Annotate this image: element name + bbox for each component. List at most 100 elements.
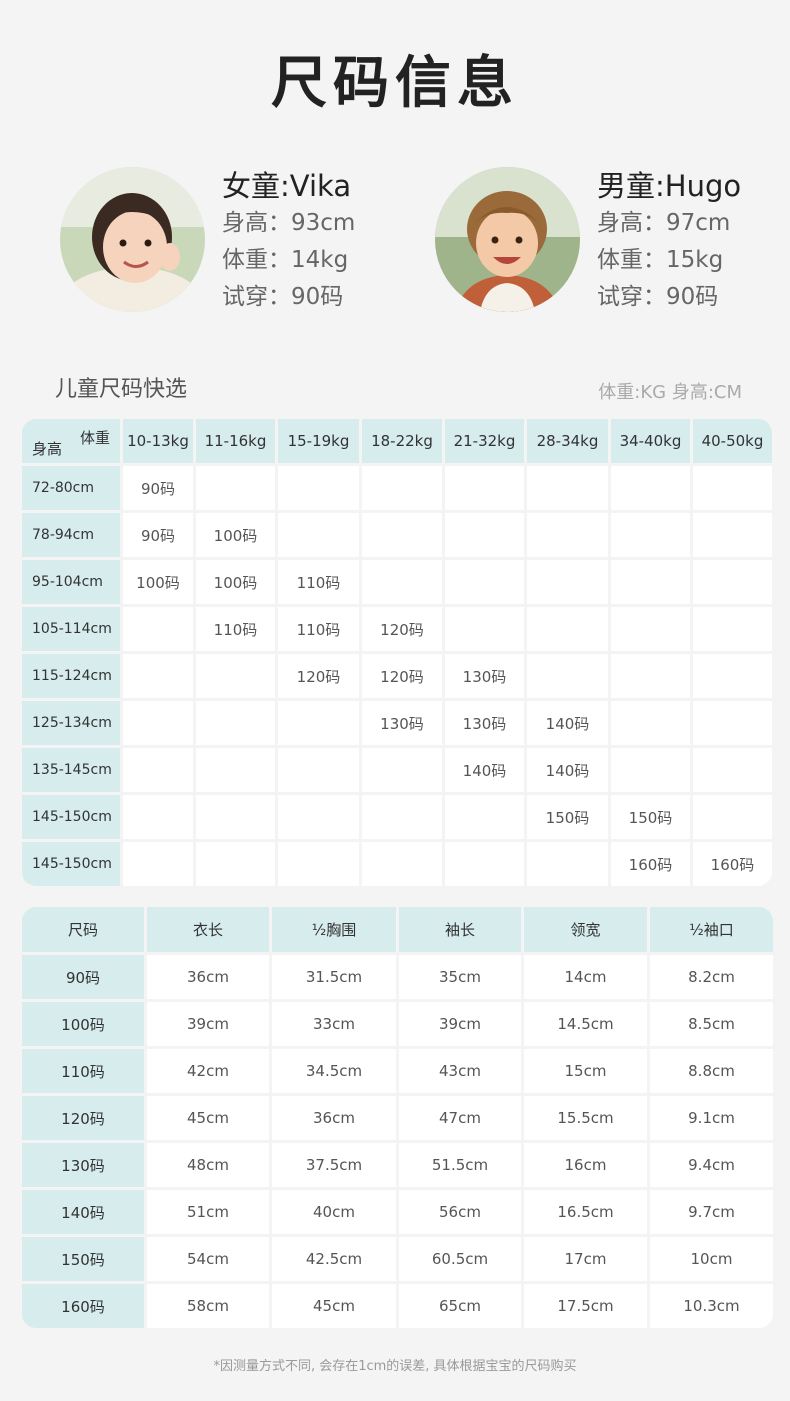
weight-column-header: 18-22kg <box>362 419 442 463</box>
size-cell <box>527 607 608 651</box>
size-cell: 110码 <box>196 607 275 651</box>
measurement-cell: 9.1cm <box>650 1096 773 1140</box>
table-row: 90码 36cm 31.5cm 35cm 14cm 8.2cm <box>22 955 773 999</box>
size-cell <box>527 466 608 510</box>
size-cell: 110码 <box>278 607 359 651</box>
size-cell: 140码 <box>445 748 524 792</box>
size-cell: 130码 <box>362 701 442 745</box>
table-row: 145-150cm 150码 150码 <box>22 795 772 839</box>
size-cell <box>527 560 608 604</box>
measurement-cell: 8.5cm <box>650 1002 773 1046</box>
size-row-header: 140码 <box>22 1190 144 1234</box>
measurement-column-header: ½胸围 <box>272 907 396 952</box>
size-cell <box>693 795 772 839</box>
measurement-cell: 9.7cm <box>650 1190 773 1234</box>
model-tried-size: 试穿：90码 <box>222 284 344 310</box>
measurement-cell: 39cm <box>147 1002 269 1046</box>
size-cell <box>196 795 275 839</box>
size-measurement-table: 尺码 衣长 ½胸围 袖长 领宽 ½袖口 90码 36cm 31.5cm 35cm 14cm 8.2c… <box>19 904 776 1331</box>
size-cell <box>196 842 275 886</box>
measurement-column-header: 衣长 <box>147 907 269 952</box>
size-cell <box>196 466 275 510</box>
quick-select-title: 儿童尺码快选 <box>55 377 188 402</box>
table-row: 125-134cm 130码 130码 140码 <box>22 701 772 745</box>
measurement-cell: 15.5cm <box>524 1096 647 1140</box>
size-cell <box>278 842 359 886</box>
measurement-cell: 8.8cm <box>650 1049 773 1093</box>
size-row-header: 130码 <box>22 1143 144 1187</box>
size-cell: 120码 <box>362 607 442 651</box>
size-cell <box>362 513 442 557</box>
model-tried-size: 试穿：90码 <box>597 284 719 310</box>
table-row: 150码 54cm 42.5cm 60.5cm 17cm 10cm <box>22 1237 773 1281</box>
table-row: 160码 58cm 45cm 65cm 17.5cm 10.3cm <box>22 1284 773 1328</box>
size-cell <box>123 607 193 651</box>
size-cell <box>123 795 193 839</box>
size-cell <box>611 701 690 745</box>
table-row: 135-145cm 140码 140码 <box>22 748 772 792</box>
measurement-cell: 65cm <box>399 1284 521 1328</box>
model-info-boy: 男童:Hugo 身高：97cm 体重：15kg 试穿：90码 <box>597 167 790 316</box>
size-cell <box>527 654 608 698</box>
measurement-cell: 60.5cm <box>399 1237 521 1281</box>
size-cell: 100码 <box>196 560 275 604</box>
measurement-cell: 31.5cm <box>272 955 396 999</box>
size-cell <box>278 795 359 839</box>
height-row-header: 105-114cm <box>22 607 120 651</box>
size-cell <box>611 560 690 604</box>
table-row: 130码 48cm 37.5cm 51.5cm 16cm 9.4cm <box>22 1143 773 1187</box>
weight-column-header: 34-40kg <box>611 419 690 463</box>
size-cell: 100码 <box>123 560 193 604</box>
measurement-note: *因测量方式不同, 会存在1cm的误差, 具体根据宝宝的尺码购买 <box>213 1359 577 1374</box>
measurement-column-header: 尺码 <box>22 907 144 952</box>
height-row-header: 78-94cm <box>22 513 120 557</box>
measurement-cell: 17cm <box>524 1237 647 1281</box>
measurement-column-header: ½袖口 <box>650 907 773 952</box>
table-row: 78-94cm 90码 100码 <box>22 513 772 557</box>
height-row-header: 125-134cm <box>22 701 120 745</box>
measurement-cell: 10.3cm <box>650 1284 773 1328</box>
measurement-cell: 17.5cm <box>524 1284 647 1328</box>
height-row-header: 145-150cm <box>22 842 120 886</box>
corner-weight-label: 体重 <box>79 429 110 447</box>
table-row: 145-150cm 160码 160码 <box>22 842 772 886</box>
measurement-cell: 10cm <box>650 1237 773 1281</box>
weight-column-header: 10-13kg <box>123 419 193 463</box>
weight-column-header: 15-19kg <box>278 419 359 463</box>
measurement-cell: 39cm <box>399 1002 521 1046</box>
size-cell: 150码 <box>527 795 608 839</box>
size-cell: 130码 <box>445 701 524 745</box>
measurement-cell: 35cm <box>399 955 521 999</box>
size-cell: 160码 <box>611 842 690 886</box>
size-cell <box>611 654 690 698</box>
height-row-header: 72-80cm <box>22 466 120 510</box>
measurement-cell: 48cm <box>147 1143 269 1187</box>
measurement-cell: 51.5cm <box>399 1143 521 1187</box>
measurement-cell: 42.5cm <box>272 1237 396 1281</box>
size-cell <box>693 466 772 510</box>
size-row-header: 110码 <box>22 1049 144 1093</box>
avatar-boy <box>435 167 580 312</box>
measurement-cell: 56cm <box>399 1190 521 1234</box>
weight-column-header: 28-34kg <box>527 419 608 463</box>
size-cell <box>362 795 442 839</box>
measurement-cell: 16.5cm <box>524 1190 647 1234</box>
size-cell <box>362 842 442 886</box>
size-cell <box>611 607 690 651</box>
table-row: 110码 42cm 34.5cm 43cm 15cm 8.8cm <box>22 1049 773 1093</box>
measurement-cell: 15cm <box>524 1049 647 1093</box>
page-title: 尺码信息 <box>271 51 519 116</box>
size-cell <box>362 466 442 510</box>
measurement-cell: 16cm <box>524 1143 647 1187</box>
size-cell: 160码 <box>693 842 772 886</box>
size-cell <box>278 513 359 557</box>
size-cell: 90码 <box>123 466 193 510</box>
table-row: 95-104cm 100码 100码 110码 <box>22 560 772 604</box>
size-cell <box>611 513 690 557</box>
model-name: 男童:Hugo <box>597 169 742 203</box>
weight-column-header: 11-16kg <box>196 419 275 463</box>
model-height: 身高：97cm <box>597 210 731 236</box>
measurement-cell: 51cm <box>147 1190 269 1234</box>
size-cell <box>445 842 524 886</box>
weight-column-header: 40-50kg <box>693 419 772 463</box>
